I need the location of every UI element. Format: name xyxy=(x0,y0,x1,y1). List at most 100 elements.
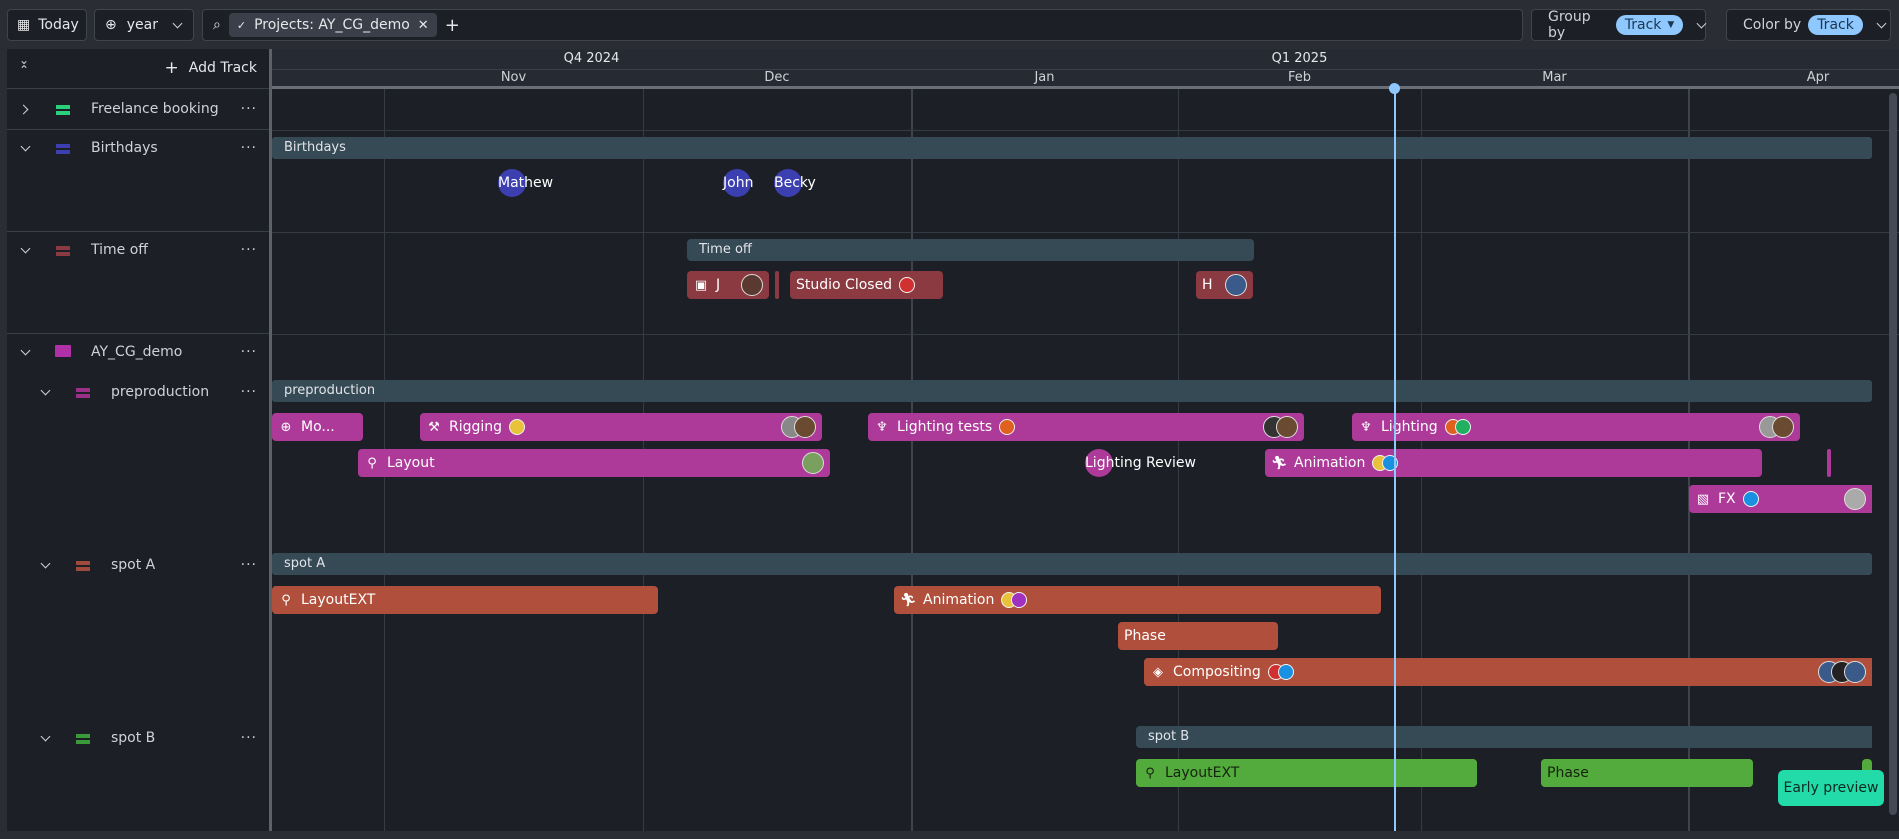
tree-icon: ⚲ xyxy=(367,455,377,471)
zoom-level-select[interactable]: ⊕ year xyxy=(94,9,194,41)
track-ay-cg-demo[interactable]: AY_CG_demo ··· preproduction ··· spot A … xyxy=(7,334,269,831)
group-by-pill[interactable]: Track ▼ xyxy=(1615,15,1684,35)
chevron-down-icon[interactable] xyxy=(20,345,31,355)
milestone-label: Becky xyxy=(774,175,816,191)
track-name: spot A xyxy=(111,557,156,573)
time-off-bar[interactable] xyxy=(775,271,779,299)
more-options-icon[interactable]: ··· xyxy=(241,101,257,117)
track-sidebar: ⌄ ⌃ + Add Track Freelance booking ··· Bir… xyxy=(7,49,272,831)
collapse-all-icon[interactable]: ⌄ ⌃ xyxy=(19,54,29,76)
bar-label: FX xyxy=(1718,491,1736,507)
birthday-milestone[interactable]: Mathew xyxy=(498,169,553,197)
task-bar-animation[interactable]: 🏃︎ Animation xyxy=(894,586,1381,614)
track-spot-b[interactable]: spot B ··· xyxy=(7,720,269,756)
vertical-scrollbar[interactable] xyxy=(1889,93,1897,815)
birthday-milestone[interactable]: Becky xyxy=(774,169,816,197)
group-by-control[interactable]: Group by Track ▼ xyxy=(1531,9,1707,41)
color-by-value: Track xyxy=(1817,17,1854,33)
bar-label: LayoutEXT xyxy=(1165,765,1240,781)
task-bar-layoutext[interactable]: ⚲ LayoutEXT xyxy=(272,586,658,614)
avatar xyxy=(794,416,816,438)
task-bar-compositing[interactable]: ◈ Compositing xyxy=(1144,658,1872,686)
month-label: Mar xyxy=(1542,70,1567,85)
today-marker-handle[interactable] xyxy=(1389,83,1400,94)
add-filter-icon[interactable]: + xyxy=(445,15,460,36)
color-by-control[interactable]: Color by Track xyxy=(1726,9,1891,41)
color-by-pill[interactable]: Track xyxy=(1808,15,1863,35)
track-birthdays[interactable]: Birthdays ··· xyxy=(7,130,269,232)
status-dot xyxy=(509,419,526,435)
track-icon xyxy=(56,144,70,148)
timeline-header: Q4 2024 Q1 2025 Nov Dec Jan Feb Mar Apr xyxy=(272,49,1899,89)
task-bar-animation[interactable]: 🏃︎ Animation xyxy=(1265,449,1762,477)
task-bar-phase[interactable]: Phase xyxy=(1118,622,1278,650)
more-options-icon[interactable]: ··· xyxy=(241,242,257,258)
track-icon xyxy=(76,388,90,392)
bar-label: Rigging xyxy=(449,419,503,435)
chevron-down-icon[interactable] xyxy=(40,385,51,395)
group-header-spot-a[interactable]: spot A xyxy=(272,553,1872,575)
group-header-time-off[interactable]: Time off xyxy=(687,239,1254,261)
chevron-down-icon[interactable] xyxy=(40,558,51,568)
task-bar-phase[interactable]: Phase xyxy=(1541,759,1753,787)
chevron-right-icon[interactable] xyxy=(18,104,29,114)
task-bar-lighting[interactable]: ♆ Lighting xyxy=(1352,413,1800,441)
track-freelance-booking[interactable]: Freelance booking ··· xyxy=(7,89,269,130)
task-bar-modeling[interactable]: ⊕ Mo... xyxy=(272,413,363,441)
track-time-off[interactable]: Time off ··· xyxy=(7,232,269,334)
task-bar-lighting-tests[interactable]: ♆ Lighting tests xyxy=(868,413,1304,441)
time-off-bar[interactable]: H xyxy=(1196,271,1253,299)
lighting-review-milestone[interactable]: Lighting Review xyxy=(1085,449,1196,477)
more-options-icon[interactable]: ··· xyxy=(241,557,257,573)
status-dot xyxy=(899,277,916,293)
color-by-label: Color by xyxy=(1743,17,1802,33)
add-track-label: Add Track xyxy=(188,60,257,76)
group-by-label: Group by xyxy=(1548,9,1591,41)
chevron-down-icon[interactable] xyxy=(20,243,31,253)
more-options-icon[interactable]: ··· xyxy=(241,140,257,156)
group-header-preproduction[interactable]: preproduction xyxy=(272,380,1872,402)
today-button[interactable]: ▦ Today xyxy=(7,9,87,41)
track-name: Freelance booking xyxy=(91,101,219,117)
search-icon: ⌕ xyxy=(213,17,221,33)
quarter-label: Q1 2025 xyxy=(1271,51,1328,66)
time-off-bar[interactable]: ▣ J xyxy=(687,271,769,299)
track-spot-a[interactable]: spot A ··· xyxy=(7,547,269,583)
early-preview-badge[interactable]: Early preview xyxy=(1778,770,1884,806)
avatar xyxy=(1225,274,1247,296)
more-options-icon[interactable]: ··· xyxy=(241,344,257,360)
avatar xyxy=(1276,416,1298,438)
bar-label: Mo... xyxy=(301,419,335,435)
track-preproduction[interactable]: preproduction ··· xyxy=(7,374,269,410)
task-bar-sliver[interactable] xyxy=(1827,449,1831,477)
status-dot xyxy=(1454,419,1471,435)
more-options-icon[interactable]: ··· xyxy=(241,384,257,400)
filter-chip[interactable]: ✓ Projects: AY_CG_demo ✕ xyxy=(228,13,437,37)
sidebar-header: ⌄ ⌃ + Add Track xyxy=(7,49,269,89)
chevron-down-icon[interactable] xyxy=(1696,18,1707,28)
chevron-down-icon[interactable] xyxy=(20,141,31,151)
close-icon[interactable]: ✕ xyxy=(418,18,429,33)
chevron-down-icon[interactable] xyxy=(1876,18,1887,28)
timeline-canvas[interactable]: Q4 2024 Q1 2025 Nov Dec Jan Feb Mar Apr … xyxy=(272,49,1899,831)
tools-icon: ⚒ xyxy=(428,419,440,435)
zoom-level-value: year xyxy=(126,17,158,33)
search-filter-bar[interactable]: ⌕ ✓ Projects: AY_CG_demo ✕ + xyxy=(202,9,1523,41)
more-options-icon[interactable]: ··· xyxy=(241,730,257,746)
chevron-down-icon[interactable] xyxy=(40,731,51,741)
today-marker xyxy=(1394,89,1396,831)
task-bar-fx[interactable]: ▧ FX xyxy=(1689,485,1872,513)
chevron-down-icon xyxy=(172,18,183,28)
status-dot xyxy=(1742,491,1759,507)
milestone-label: John xyxy=(723,175,754,191)
task-bar-layout[interactable]: ⚲ Layout xyxy=(358,449,830,477)
group-header-birthdays[interactable]: Birthdays xyxy=(272,137,1872,159)
task-bar-rigging[interactable]: ⚒ Rigging xyxy=(420,413,822,441)
birthday-milestone[interactable]: John xyxy=(723,169,753,197)
studio-closed-bar[interactable]: Studio Closed xyxy=(790,271,943,299)
caret-down-icon: ▼ xyxy=(1667,20,1675,30)
task-bar-layoutext[interactable]: ⚲ LayoutEXT xyxy=(1136,759,1477,787)
group-header-spot-b[interactable]: spot B xyxy=(1136,726,1872,748)
add-track-button[interactable]: + Add Track xyxy=(165,58,257,78)
timeline-view: ⌄ ⌃ + Add Track Freelance booking ··· Bir… xyxy=(7,49,1899,831)
